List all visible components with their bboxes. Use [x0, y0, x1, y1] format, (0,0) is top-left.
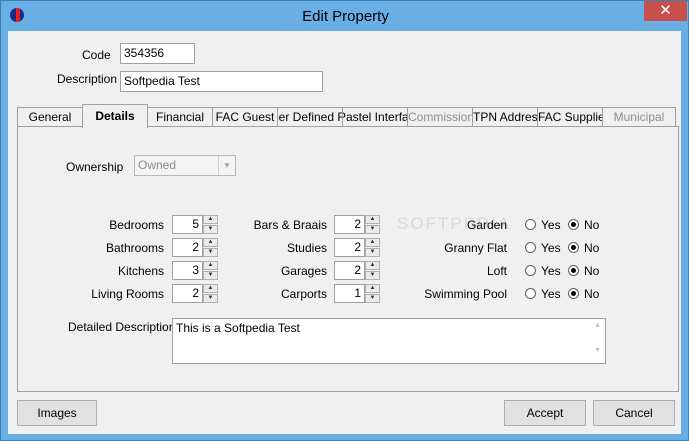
garages-value[interactable]: 2 [334, 261, 365, 280]
spin-down-icon[interactable]: ▼ [203, 271, 218, 280]
close-icon: ✕ [659, 2, 672, 19]
tab-user-defined-fields[interactable]: User Defined Fields [277, 107, 343, 127]
tab-fac-guest[interactable]: FAC Guest [212, 107, 278, 127]
studies-value[interactable]: 2 [334, 238, 365, 257]
spin-down-icon[interactable]: ▼ [365, 271, 380, 280]
description-field[interactable]: Softpedia Test [120, 71, 323, 92]
spin-up-icon[interactable]: ▲ [365, 284, 380, 293]
spin-down-icon[interactable]: ▼ [365, 225, 380, 234]
spin-down-icon[interactable]: ▼ [203, 294, 218, 303]
tab-fac-supplier[interactable]: FAC Supplier [537, 107, 603, 127]
swimming-pool-no-radio[interactable] [568, 288, 579, 299]
granny-flat-no-label: No [584, 241, 600, 255]
bedrooms-value[interactable]: 5 [172, 215, 203, 234]
garden-no-radio[interactable] [568, 219, 579, 230]
carports-value[interactable]: 1 [334, 284, 365, 303]
title-bar[interactable]: Edit Property ✕ [1, 1, 688, 31]
carports-label: Carports [280, 287, 327, 301]
tab-details[interactable]: Details [82, 104, 148, 128]
close-button[interactable]: ✕ [644, 1, 687, 21]
swimming-pool-yes-radio[interactable] [525, 288, 536, 299]
tab-general[interactable]: General [17, 107, 83, 127]
loft-no-label: No [584, 264, 600, 278]
garages-label: Garages [280, 264, 327, 278]
spin-up-icon[interactable]: ▲ [365, 261, 380, 270]
garden-label: Garden [466, 218, 507, 232]
spin-down-icon[interactable]: ▼ [203, 248, 218, 257]
loft-yes-radio[interactable] [525, 265, 536, 276]
tab-pastel-interface-label: Pastel Interface [343, 110, 407, 124]
bathrooms-label: Bathrooms [105, 241, 164, 255]
detailed-description-text: This is a Softpedia Test [176, 321, 300, 335]
chevron-down-icon[interactable]: ▼ [218, 156, 235, 175]
kitchens-value[interactable]: 3 [172, 261, 203, 280]
cancel-button[interactable]: Cancel [593, 400, 675, 426]
images-button[interactable]: Images [17, 400, 97, 426]
spin-up-icon[interactable]: ▲ [365, 238, 380, 247]
window-title: Edit Property [302, 8, 389, 25]
scroll-up-icon[interactable]: ▲ [590, 322, 605, 329]
ownership-label: Ownership [66, 160, 124, 174]
detailed-description-field[interactable]: This is a Softpedia Test ▲ ▼ [172, 318, 606, 364]
code-field[interactable]: 354356 [120, 43, 195, 64]
bathrooms-value[interactable]: 2 [172, 238, 203, 257]
spin-up-icon[interactable]: ▲ [203, 261, 218, 270]
garden-no-label: No [584, 218, 600, 232]
tab-strip: General Details Financial FAC Guest User… [17, 104, 677, 128]
tab-pastel-interface[interactable]: Pastel Interface [342, 107, 408, 127]
bars-braais-label: Bars & Braais [253, 218, 327, 232]
code-label: Code [82, 48, 111, 62]
living-rooms-label: Living Rooms [91, 287, 164, 301]
granny-flat-label: Granny Flat [444, 241, 507, 255]
spin-down-icon[interactable]: ▼ [365, 248, 380, 257]
tab-financial[interactable]: Financial [147, 107, 213, 127]
granny-flat-yes-radio[interactable] [525, 242, 536, 253]
spin-up-icon[interactable]: ▲ [203, 215, 218, 224]
detailed-description-label: Detailed Description [68, 320, 176, 334]
tab-municipal[interactable]: Municipal [602, 107, 676, 127]
garden-yes-radio[interactable] [525, 219, 536, 230]
garden-yes-label: Yes [541, 218, 561, 232]
loft-label: Loft [486, 264, 507, 278]
spin-down-icon[interactable]: ▼ [365, 294, 380, 303]
living-rooms-value[interactable]: 2 [172, 284, 203, 303]
ownership-value: Owned [138, 158, 177, 172]
kitchens-label: Kitchens [117, 264, 164, 278]
tab-commission[interactable]: Commission [407, 107, 473, 127]
swimming-pool-yes-label: Yes [541, 287, 561, 301]
edit-property-window: Edit Property ✕ Code 354356 Description … [0, 0, 689, 441]
swimming-pool-no-label: No [584, 287, 600, 301]
tab-tpn-address[interactable]: TPN Address [472, 107, 538, 127]
dialog-body: Code 354356 Description Softpedia Test G… [8, 31, 681, 434]
granny-flat-no-radio[interactable] [568, 242, 579, 253]
description-label: Description [57, 72, 118, 86]
memo-scrollbar[interactable]: ▲ ▼ [590, 319, 605, 363]
loft-yes-label: Yes [541, 264, 561, 278]
bedrooms-label: Bedrooms [109, 218, 164, 232]
swimming-pool-label: Swimming Pool [424, 287, 507, 301]
loft-no-radio[interactable] [568, 265, 579, 276]
spin-up-icon[interactable]: ▲ [203, 284, 218, 293]
spin-up-icon[interactable]: ▲ [365, 215, 380, 224]
bars-braais-value[interactable]: 2 [334, 215, 365, 234]
spin-down-icon[interactable]: ▼ [203, 225, 218, 234]
accept-button[interactable]: Accept [504, 400, 586, 426]
scroll-down-icon[interactable]: ▼ [590, 347, 605, 354]
tab-user-defined-fields-label: User Defined Fields [278, 110, 342, 124]
granny-flat-yes-label: Yes [541, 241, 561, 255]
studies-label: Studies [286, 241, 327, 255]
spin-up-icon[interactable]: ▲ [203, 238, 218, 247]
ownership-select[interactable]: Owned ▼ [134, 155, 236, 176]
